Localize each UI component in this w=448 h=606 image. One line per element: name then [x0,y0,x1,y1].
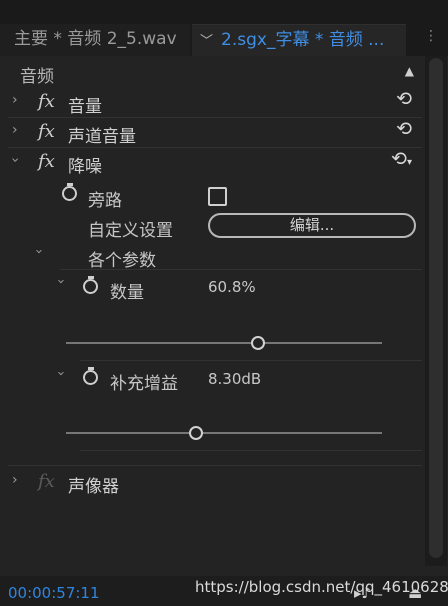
amount-label: 数量 [110,283,144,303]
custom-settings-label: 自定义设置 [88,221,173,241]
effect-label: 声像器 [68,477,119,497]
tab-subtitle-audio-label: 2.sgx_字幕 * 音频 ... [221,30,385,50]
tab-bar: 主要 * 音频 2_5.wav ﹀ 2.sgx_字幕 * 音频 ... ⋮ [0,0,448,56]
chevron-down-icon[interactable]: › [53,371,68,376]
makeup-gain-slider-thumb[interactable] [188,426,203,440]
amount-value[interactable]: 60.8% [208,278,256,296]
divider [8,465,422,466]
footer-bar: 00:00:57:11 ▸♪ ⏏ https://blog.csdn.net/q… [0,576,448,606]
scrollbar-thumb[interactable] [429,58,443,558]
effect-row-channel-volume[interactable]: › fx 声道音量 ⟲ [8,118,422,148]
chevron-down-icon[interactable]: › [53,279,68,284]
panel-menu-icon[interactable]: ⋮ [424,28,438,44]
chevron-down-icon[interactable]: › [31,249,46,254]
makeup-gain-slider-track[interactable] [66,432,382,434]
audio-section-header[interactable]: 音频 ▲ [8,60,422,87]
divider [80,360,422,361]
stopwatch-icon[interactable] [83,276,99,294]
edit-button[interactable]: 编辑... [208,213,416,238]
stopwatch-icon[interactable] [83,367,99,385]
individual-params-label: 各个参数 [88,251,156,271]
fx-icon[interactable]: fx [38,91,55,112]
amount-slider-track[interactable] [66,342,382,344]
reset-icon[interactable]: ⟲ [396,88,412,110]
divider [60,269,422,270]
makeup-gain-value[interactable]: 8.30dB [208,370,261,388]
effect-label: 降噪 [68,157,102,177]
chevron-down-icon[interactable]: › [7,157,23,163]
bypass-checkbox[interactable] [208,187,227,206]
effect-label: 音量 [68,97,102,117]
fx-icon[interactable]: fx [38,121,55,142]
bypass-label: 旁路 [88,191,122,211]
tab-main-audio[interactable]: 主要 * 音频 2_5.wav [0,24,190,56]
makeup-gain-label: 补充增益 [110,374,178,394]
section-title: 音频 [20,67,54,87]
chevron-right-icon[interactable]: › [12,122,18,138]
stopwatch-icon[interactable] [62,183,78,201]
chevron-right-icon[interactable]: › [12,92,18,108]
effect-controls-panel: 音频 ▲ › fx 音量 ⟲ › fx 声道音量 ⟲ › fx 降噪 ⟲▾ [0,56,448,576]
tab-subtitle-audio[interactable]: ﹀ 2.sgx_字幕 * 音频 ... [192,24,406,56]
effect-row-denoise[interactable]: › fx 降噪 ⟲▾ [7,148,422,178]
vertical-scrollbar[interactable] [425,56,447,566]
collapse-triangle-icon[interactable]: ▲ [405,64,414,78]
timecode[interactable]: 00:00:57:11 [8,584,100,602]
effect-label: 声道音量 [68,127,136,147]
chevron-right-icon[interactable]: › [12,472,18,488]
effect-row-volume[interactable]: › fx 音量 ⟲ [8,88,422,118]
chevron-down-icon[interactable]: ﹀ [200,34,213,49]
fx-icon[interactable]: fx [38,151,55,172]
divider [80,450,422,451]
reset-icon[interactable]: ⟲ [396,118,412,140]
watermark-text: https://blog.csdn.net/qq_46106285 [195,578,448,596]
effect-row-panner[interactable]: › fx 声像器 [8,468,422,498]
fx-icon[interactable]: fx [38,471,55,492]
reset-menu-icon[interactable]: ⟲▾ [391,148,412,170]
